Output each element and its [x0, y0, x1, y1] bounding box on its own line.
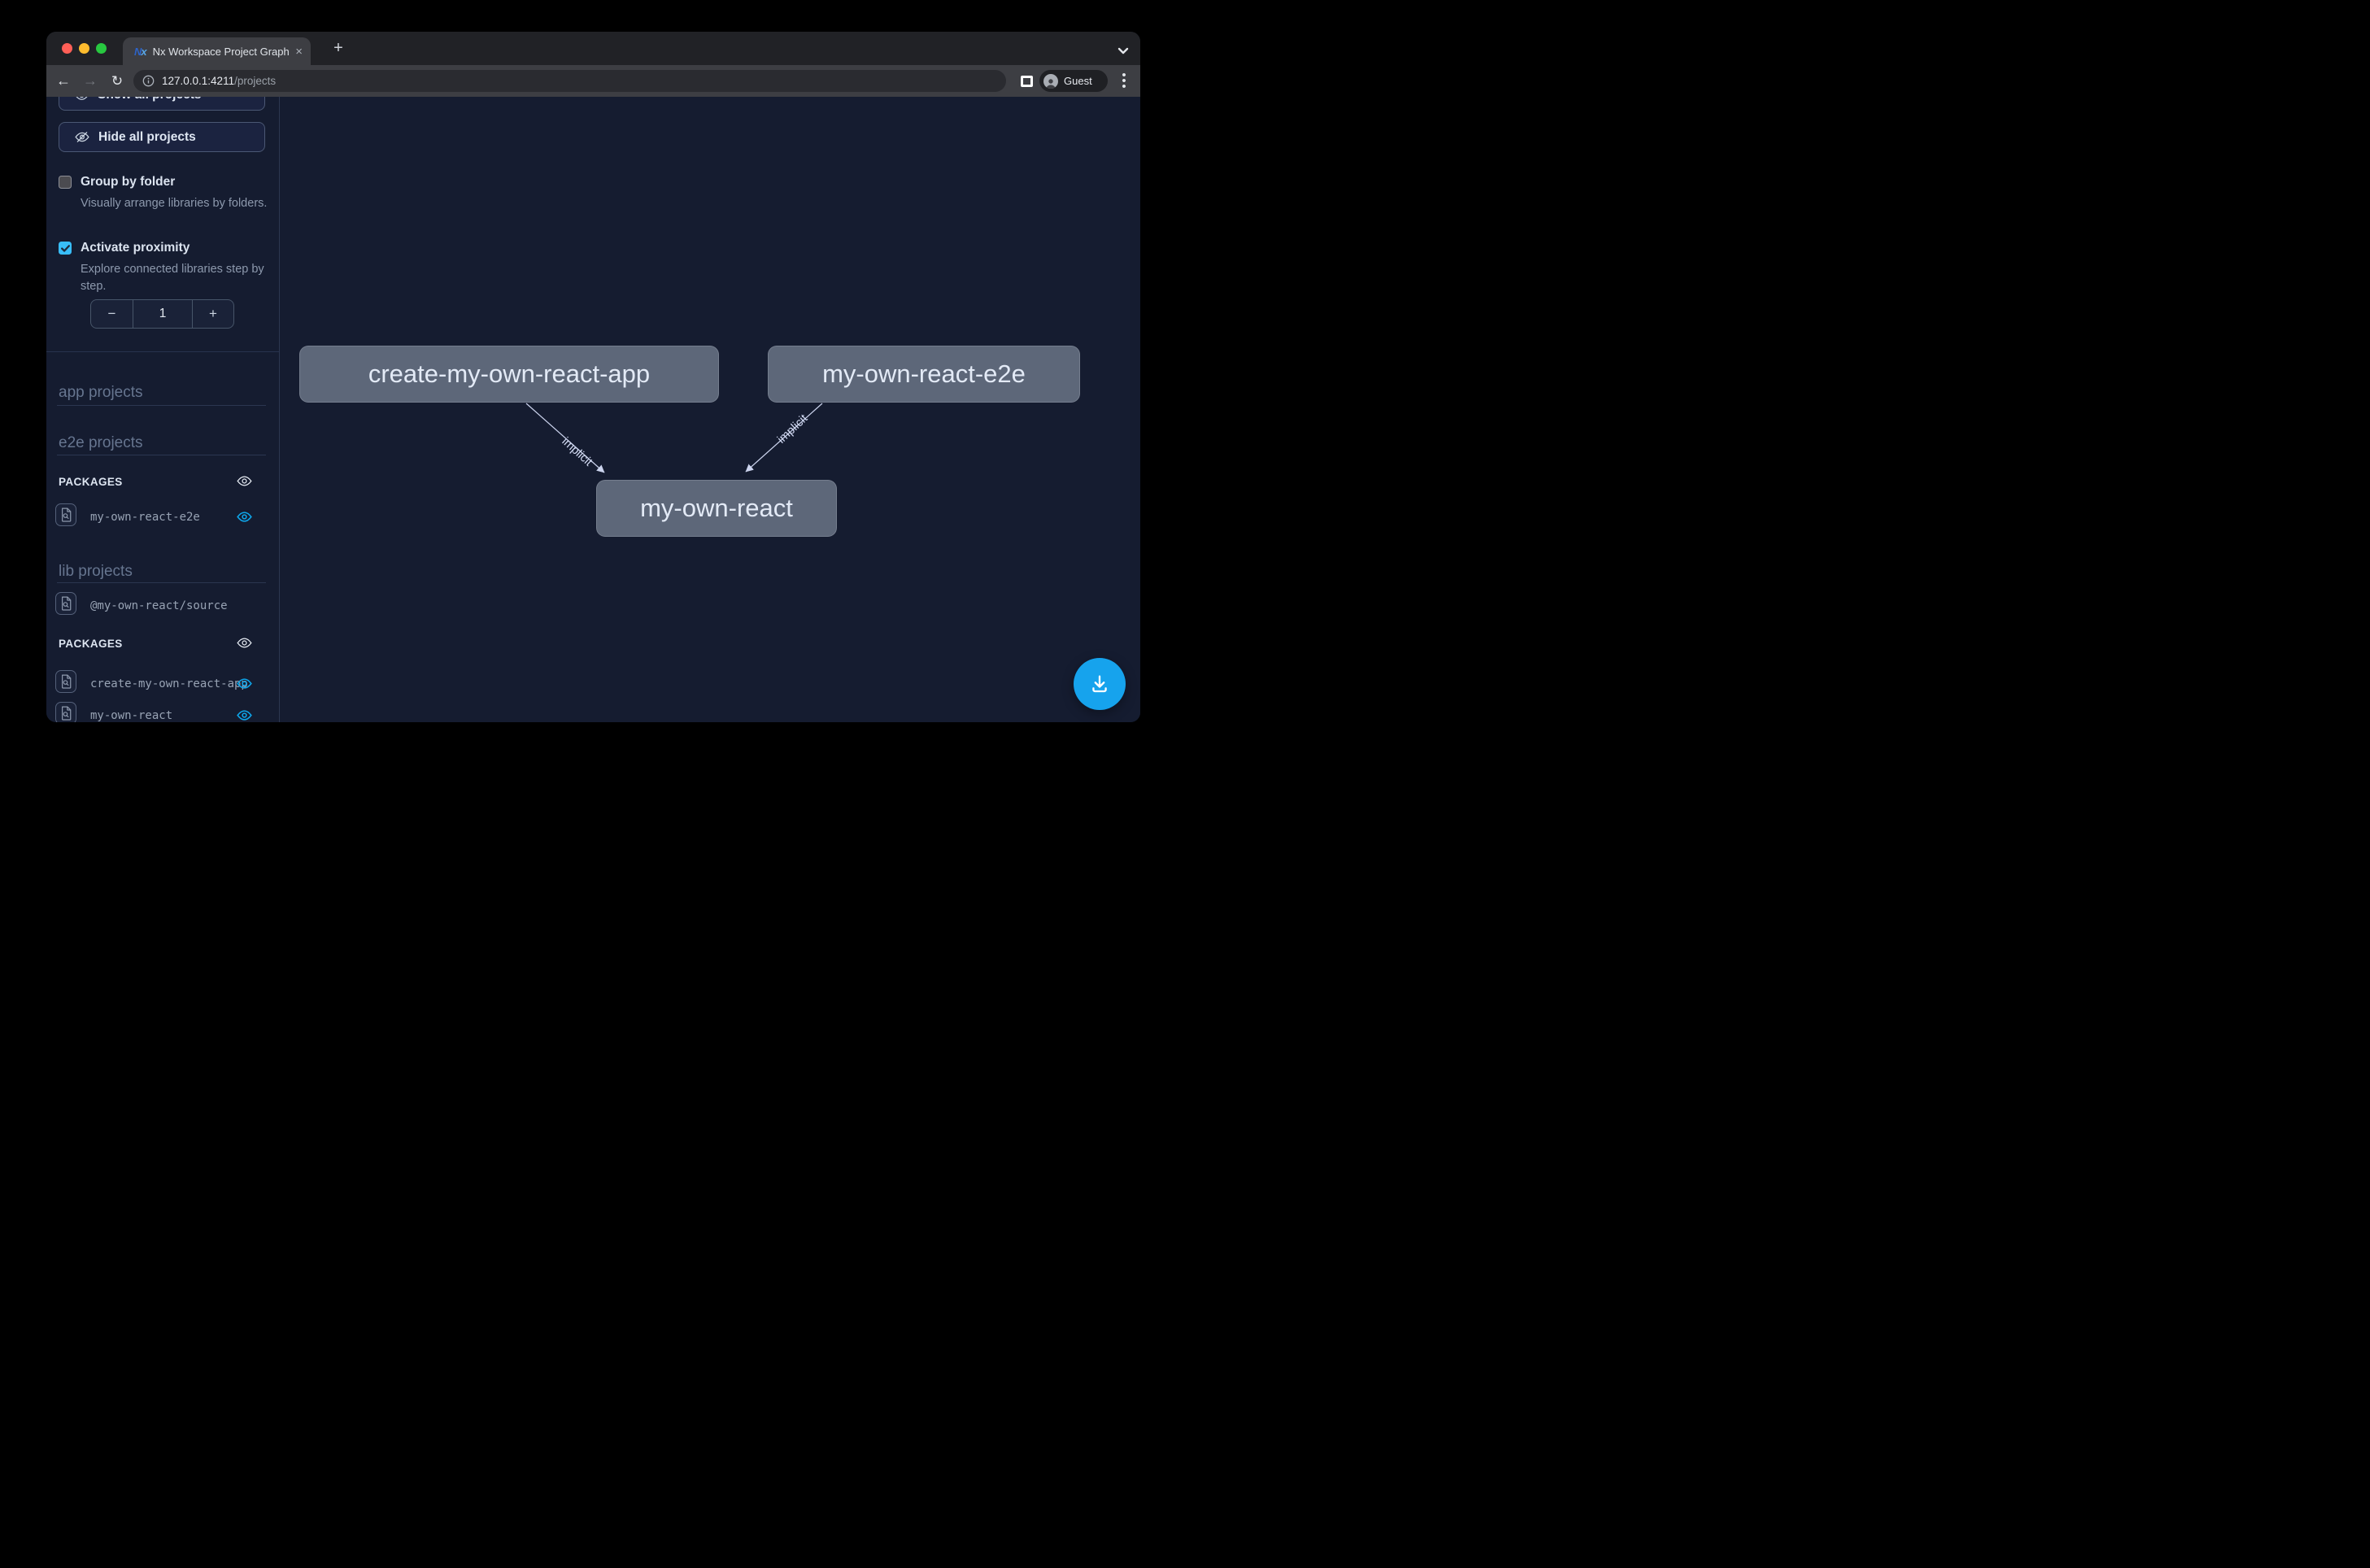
- macos-minimize-button[interactable]: [79, 43, 89, 54]
- group-by-folder-label: Group by folder: [81, 175, 175, 189]
- hide-all-projects-label: Hide all projects: [98, 130, 196, 145]
- side-panel-icon[interactable]: [1021, 76, 1033, 87]
- group-underline: [57, 582, 266, 583]
- file-search-icon: [60, 706, 72, 721]
- activate-proximity-description: Explore connected libraries step by step…: [81, 261, 280, 295]
- reload-button[interactable]: ↻: [106, 65, 129, 97]
- back-button[interactable]: ←: [52, 65, 75, 97]
- group-by-folder-description: Visually arrange libraries by folders.: [81, 195, 280, 212]
- edge-label: implicit: [775, 412, 810, 446]
- proximity-value: 1: [133, 300, 193, 328]
- address-bar[interactable]: 127.0.0.1:4211/projects: [133, 70, 1006, 92]
- page-content: Show all projects Hide all projects Grou…: [46, 97, 1140, 722]
- toggle-all-packages-eye-icon[interactable]: [237, 637, 252, 653]
- graph-node-create-my-own-react-app[interactable]: create-my-own-react-app: [299, 346, 719, 403]
- tab-close-icon[interactable]: ×: [295, 46, 303, 58]
- graph-node-my-own-react[interactable]: my-own-react: [596, 480, 837, 537]
- browser-tab[interactable]: Nx Nx Workspace Project Graph ×: [123, 37, 311, 65]
- packages-header: PACKAGES: [59, 638, 123, 650]
- profile-button[interactable]: Guest: [1039, 70, 1108, 92]
- project-visibility-eye-icon[interactable]: [237, 709, 252, 722]
- chevron-down-icon[interactable]: [1117, 44, 1129, 59]
- project-name[interactable]: @my-own-react/source: [90, 599, 228, 612]
- group-by-folder-checkbox[interactable]: [59, 176, 72, 189]
- proximity-increment-button[interactable]: +: [193, 300, 233, 328]
- group-heading-lib-projects: lib projects: [59, 563, 133, 581]
- forward-button[interactable]: →: [79, 65, 102, 97]
- macos-close-button[interactable]: [62, 43, 72, 54]
- check-icon: [61, 245, 70, 252]
- avatar: [1043, 74, 1058, 89]
- url-path: /projects: [234, 75, 276, 87]
- proximity-decrement-button[interactable]: −: [91, 300, 133, 328]
- url-host: 127.0.0.1:4211: [162, 75, 234, 87]
- macos-zoom-button[interactable]: [96, 43, 107, 54]
- hide-all-projects-button[interactable]: Hide all projects: [59, 122, 265, 152]
- focus-project-button[interactable]: [55, 592, 76, 615]
- file-search-icon: [60, 674, 72, 689]
- eye-icon: [75, 97, 89, 101]
- file-search-icon: [60, 507, 72, 522]
- tab-title: Nx Workspace Project Graph: [153, 46, 291, 58]
- tab-strip: Nx Nx Workspace Project Graph × +: [46, 32, 1140, 65]
- menu-kebab-icon[interactable]: •••: [1117, 72, 1131, 89]
- toggle-all-packages-eye-icon[interactable]: [237, 475, 252, 491]
- focus-project-button[interactable]: [55, 670, 76, 693]
- nx-favicon-icon: Nx: [134, 46, 146, 58]
- graph-node-my-own-react-e2e[interactable]: my-own-react-e2e: [768, 346, 1080, 403]
- project-name[interactable]: my-own-react: [90, 709, 172, 722]
- project-visibility-eye-icon[interactable]: [237, 511, 252, 527]
- new-tab-button[interactable]: +: [327, 37, 350, 59]
- group-underline: [57, 405, 266, 406]
- show-all-projects-label: Show all projects: [98, 97, 201, 102]
- activate-proximity-label: Activate proximity: [81, 241, 190, 255]
- edge-label: implicit: [560, 435, 595, 469]
- download-icon: [1088, 673, 1111, 695]
- browser-toolbar: ← → ↻ 127.0.0.1:4211/projects Guest •••: [46, 65, 1140, 97]
- project-name[interactable]: my-own-react-e2e: [90, 511, 200, 524]
- project-visibility-eye-icon[interactable]: [237, 677, 252, 694]
- url-text: 127.0.0.1:4211/projects: [162, 75, 276, 87]
- browser-window: Nx Nx Workspace Project Graph × + ← → ↻ …: [46, 32, 1140, 722]
- group-heading-app-projects: app projects: [59, 384, 143, 402]
- graph-canvas[interactable]: implicit implicit create-my-own-react-ap…: [280, 97, 1140, 722]
- group-heading-e2e-projects: e2e projects: [59, 434, 143, 452]
- sidebar-divider: [46, 351, 280, 352]
- activate-proximity-checkbox[interactable]: [59, 242, 72, 255]
- sidebar: Show all projects Hide all projects Grou…: [46, 97, 280, 722]
- download-image-button[interactable]: [1074, 658, 1126, 710]
- packages-header: PACKAGES: [59, 476, 123, 488]
- project-name[interactable]: create-my-own-react-app: [90, 677, 248, 690]
- edge-create-my-own-react-app-to-my-own-react[interactable]: implicit: [526, 403, 604, 473]
- eye-off-icon: [75, 131, 89, 143]
- show-all-projects-button[interactable]: Show all projects: [59, 97, 265, 111]
- profile-name: Guest: [1064, 75, 1092, 87]
- focus-project-button[interactable]: [55, 702, 76, 722]
- site-info-icon[interactable]: [142, 75, 155, 87]
- edge-my-own-react-e2e-to-my-own-react[interactable]: implicit: [746, 403, 822, 472]
- proximity-stepper: − 1 +: [90, 299, 234, 329]
- file-search-icon: [60, 596, 72, 611]
- focus-project-button[interactable]: [55, 503, 76, 526]
- graph-edges: implicit implicit: [280, 97, 1139, 722]
